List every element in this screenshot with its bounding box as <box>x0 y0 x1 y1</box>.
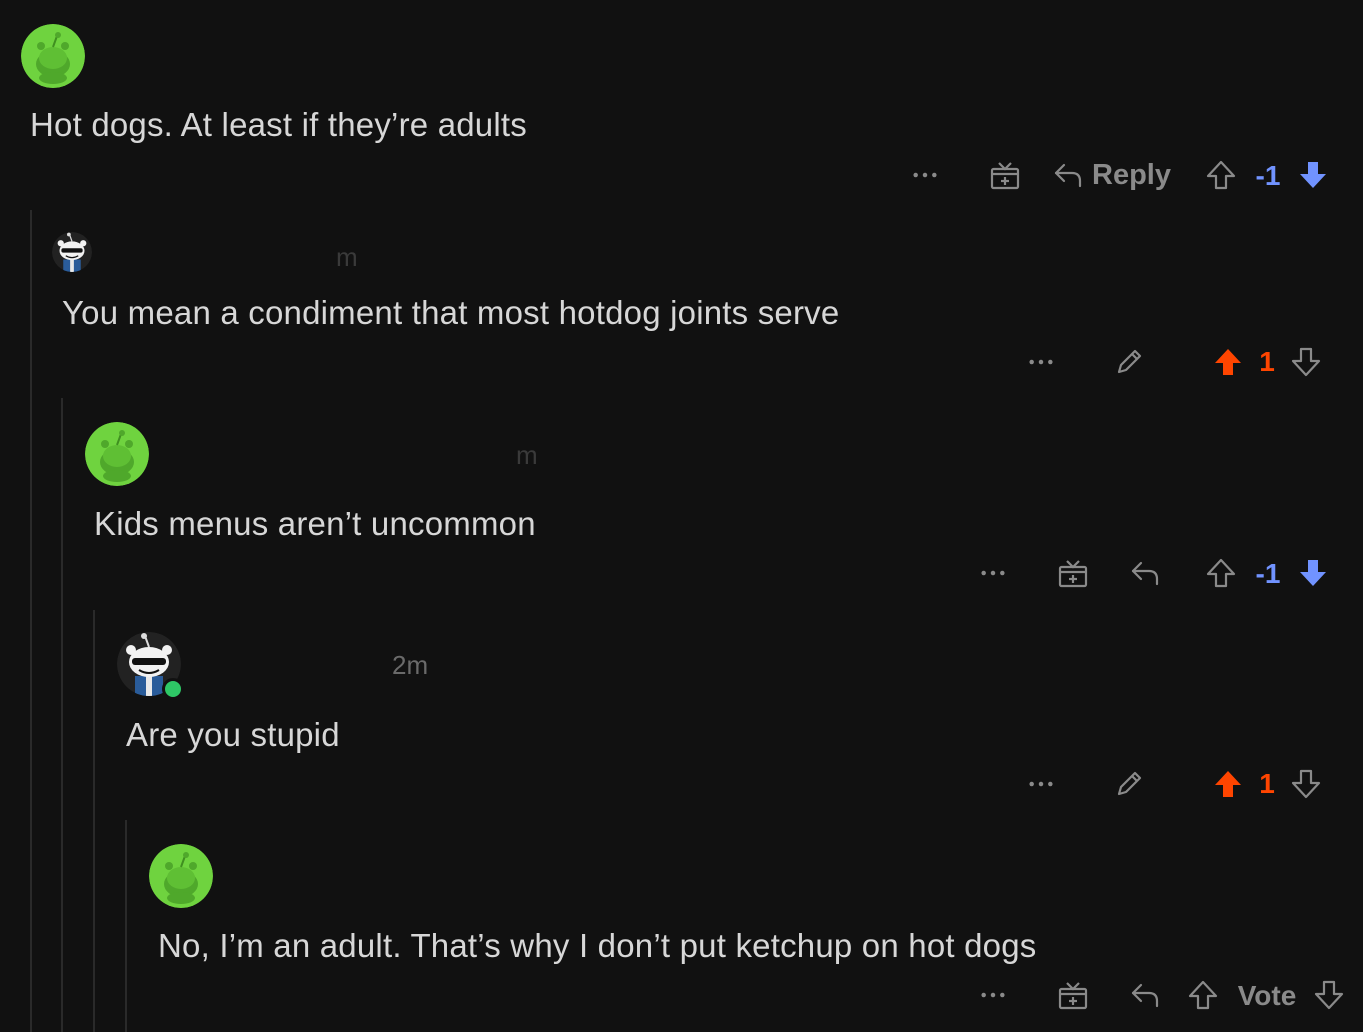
avatar[interactable] <box>21 24 85 88</box>
upvote-button[interactable] <box>1204 158 1238 192</box>
reply-arrow-icon <box>1052 159 1084 191</box>
award-gift-icon <box>989 159 1021 191</box>
thread-line-1[interactable] <box>30 210 32 1032</box>
more-options-button[interactable] <box>978 566 1008 580</box>
upvote-arrow-icon <box>1205 557 1237 589</box>
downvote-button[interactable] <box>1289 345 1323 379</box>
downvote-button[interactable] <box>1312 978 1346 1012</box>
comment-body: You mean a condiment that most hotdog jo… <box>62 294 840 331</box>
avatar[interactable] <box>149 844 213 908</box>
downvote-arrow-icon <box>1297 557 1329 589</box>
online-status-indicator <box>162 678 184 700</box>
edit-button[interactable] <box>1112 345 1146 379</box>
upvote-arrow-icon <box>1212 346 1244 378</box>
thread-line-2[interactable] <box>61 398 63 1032</box>
reply-arrow-icon <box>1129 557 1161 589</box>
upvote-button[interactable] <box>1204 556 1238 590</box>
downvote-button[interactable] <box>1289 767 1323 801</box>
downvote-button[interactable] <box>1296 158 1330 192</box>
more-dots-icon <box>979 990 1007 1000</box>
avatar[interactable] <box>85 422 149 486</box>
more-dots-icon <box>911 170 939 180</box>
vote-score: 1 <box>1259 768 1275 799</box>
vote-score: -1 <box>1255 160 1281 191</box>
more-dots-icon <box>1027 779 1055 789</box>
vote-score: -1 <box>1255 558 1281 589</box>
avatar[interactable] <box>52 232 92 272</box>
edit-button[interactable] <box>1112 767 1146 801</box>
comment-timestamp: m <box>336 242 358 272</box>
more-dots-icon <box>979 568 1007 578</box>
snoo-avatar-green-icon <box>149 844 213 908</box>
comment-body: Kids menus aren’t uncommon <box>94 505 536 542</box>
downvote-button[interactable] <box>1296 556 1330 590</box>
upvote-button[interactable] <box>1211 767 1245 801</box>
comment-timestamp: m <box>516 440 538 470</box>
snoo-avatar-green-icon <box>85 422 149 486</box>
upvote-arrow-icon <box>1212 768 1244 800</box>
comment-timestamp: 2m <box>392 650 429 680</box>
downvote-arrow-icon <box>1313 979 1345 1011</box>
upvote-arrow-icon <box>1187 979 1219 1011</box>
award-button[interactable] <box>988 158 1022 192</box>
more-options-button[interactable] <box>1026 355 1056 369</box>
downvote-arrow-icon <box>1290 768 1322 800</box>
award-button[interactable] <box>1056 556 1090 590</box>
vote-label: Vote <box>1237 980 1297 1011</box>
reply-button[interactable]: Reply <box>1052 156 1172 194</box>
reply-button[interactable] <box>1128 556 1162 590</box>
comment-body: No, I’m an adult. That’s why I don’t put… <box>158 927 1037 964</box>
downvote-arrow-icon <box>1297 159 1329 191</box>
more-options-button[interactable] <box>1026 777 1056 791</box>
pencil-edit-icon <box>1113 768 1145 800</box>
thread-line-3[interactable] <box>93 610 95 1032</box>
award-gift-icon <box>1057 979 1089 1011</box>
snoo-avatar-green-icon <box>21 24 85 88</box>
vote-score: 1 <box>1259 346 1275 377</box>
upvote-button[interactable] <box>1186 978 1220 1012</box>
reply-arrow-icon <box>1129 979 1161 1011</box>
more-options-button[interactable] <box>910 168 940 182</box>
award-gift-icon <box>1057 557 1089 589</box>
comment-body: Hot dogs. At least if they’re adults <box>30 106 527 143</box>
upvote-arrow-icon <box>1205 159 1237 191</box>
more-dots-icon <box>1027 357 1055 367</box>
reply-label: Reply <box>1092 158 1171 191</box>
award-button[interactable] <box>1056 978 1090 1012</box>
comment-body: Are you stupid <box>126 716 340 753</box>
more-options-button[interactable] <box>978 988 1008 1002</box>
pencil-edit-icon <box>1113 346 1145 378</box>
upvote-button[interactable] <box>1211 345 1245 379</box>
reply-button[interactable] <box>1128 978 1162 1012</box>
thread-line-4[interactable] <box>125 820 127 1032</box>
snoo-avatar-sunglasses-icon <box>52 232 92 272</box>
downvote-arrow-icon <box>1290 346 1322 378</box>
